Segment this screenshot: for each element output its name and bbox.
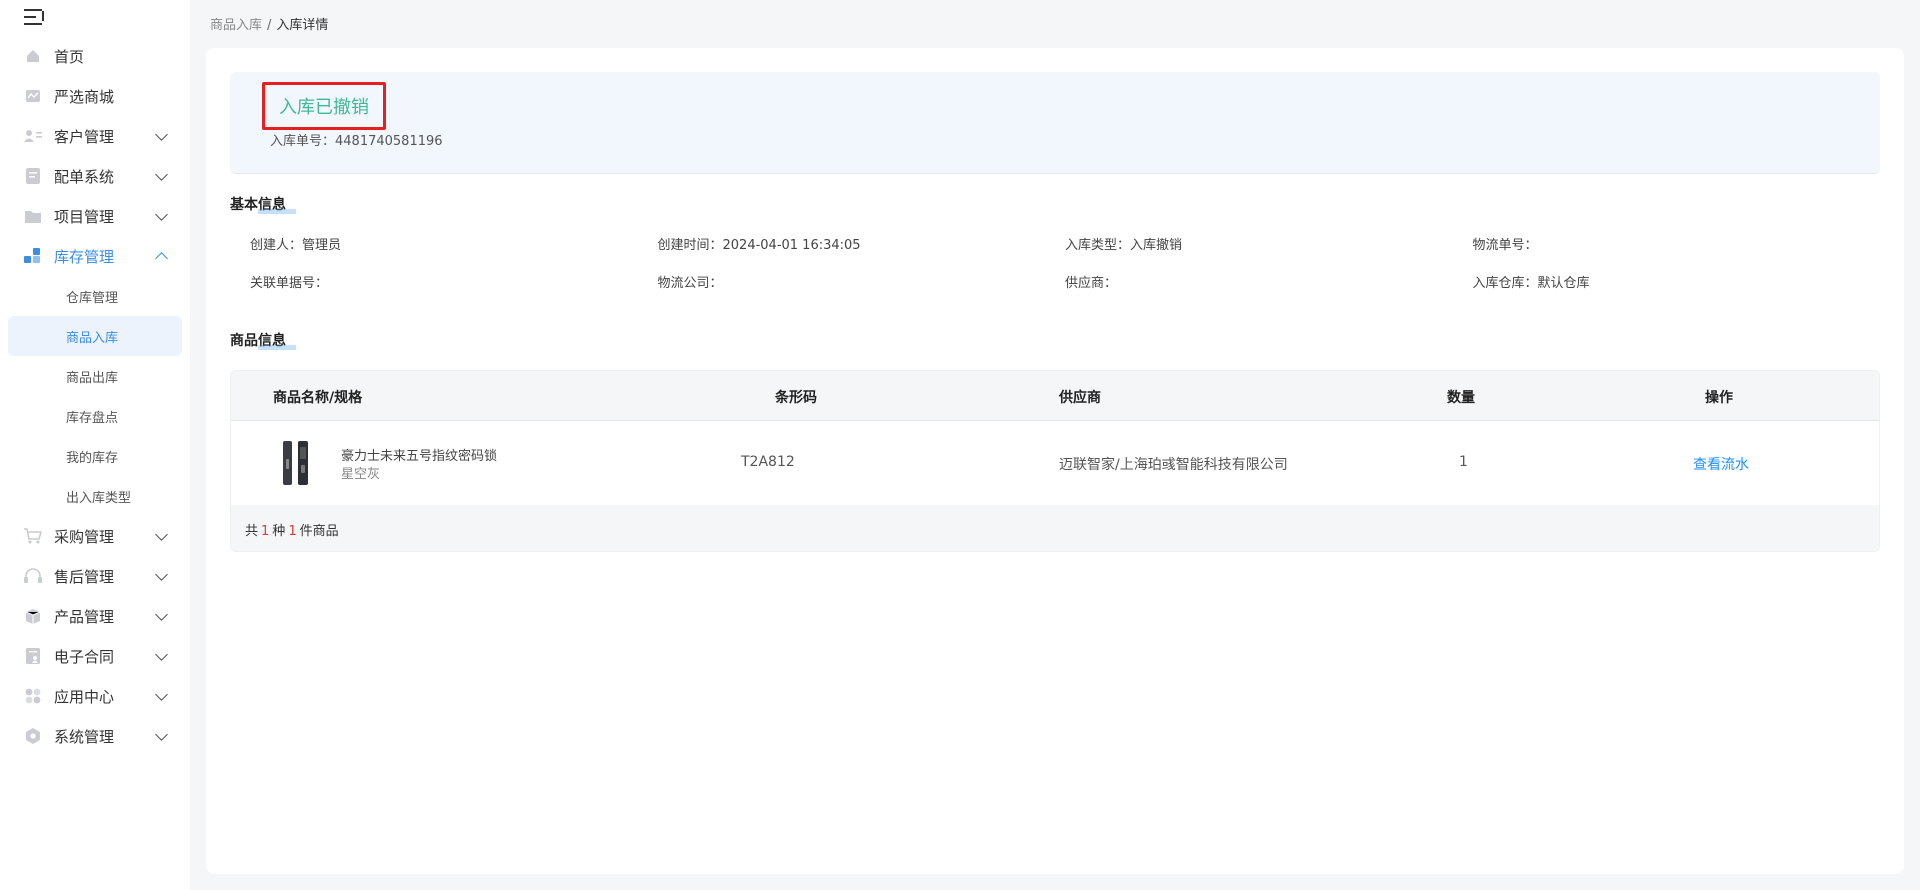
column-header: 条形码 <box>775 390 817 406</box>
sidebar-item-inventory[interactable]: 库存管理 <box>0 236 190 276</box>
breadcrumb: 商品入库 / 入库详情 <box>210 14 328 33</box>
chevron-down-icon <box>155 208 168 221</box>
sidebar-item-system[interactable]: 系统管理 <box>0 716 190 756</box>
sidebar-item-label: 客户管理 <box>54 127 115 146</box>
sidebar-subitem-my-inventory[interactable]: 我的库存 <box>0 436 190 476</box>
breadcrumb-separator: / <box>267 18 272 33</box>
sidebar-item-label: 项目管理 <box>54 207 115 226</box>
summary-item-count: 1 <box>288 524 297 539</box>
sidebar-item-label: 严选商城 <box>54 87 115 106</box>
contract-icon <box>24 648 42 664</box>
order-system-icon <box>24 168 42 184</box>
breadcrumb-current: 入库详情 <box>276 18 329 33</box>
goods-table: 商品名称/规格 条形码 供应商 数量 操作 豪力士未来五号指纹密码锁 星空灰 T… <box>230 370 1880 552</box>
chevron-down-icon <box>155 688 168 701</box>
summary-suffix: 件商品 <box>299 524 339 539</box>
sidebar-item-purchase[interactable]: 采购管理 <box>0 516 190 556</box>
quantity-cell: 1 <box>1459 454 1468 470</box>
product-spec: 星空灰 <box>341 467 381 482</box>
product-thumbnail <box>281 441 311 485</box>
sidebar-item-customer[interactable]: 客户管理 <box>0 116 190 156</box>
supplier-field: 供应商： <box>1065 276 1118 291</box>
summary-kinds-count: 1 <box>261 524 270 539</box>
folder-icon <box>24 208 42 224</box>
table-header: 商品名称/规格 条形码 供应商 数量 操作 <box>231 371 1879 421</box>
sidebar-item-label: 电子合同 <box>54 647 115 666</box>
detail-card: 入库已撤销 入库单号：4481740581196 基本信息 创建人：管理员 创建… <box>206 48 1904 874</box>
sidebar-item-after-sales[interactable]: 售后管理 <box>0 556 190 596</box>
view-flow-link[interactable]: 查看流水 <box>1693 454 1749 474</box>
app-center-icon <box>24 688 42 704</box>
headset-icon <box>24 568 42 584</box>
sidebar-item-mall[interactable]: 严选商城 <box>0 76 190 116</box>
creator-field: 创建人：管理员 <box>250 238 342 253</box>
summary-prefix: 共 <box>245 524 259 539</box>
column-header: 商品名称/规格 <box>273 390 363 406</box>
basic-info-title: 基本信息 <box>230 194 296 214</box>
basic-info-row-1: 创建人：管理员 创建时间：2024-04-01 16:34:05 入库类型：入库… <box>250 234 1880 253</box>
sidebar-item-label: 采购管理 <box>54 527 115 546</box>
cart-icon <box>24 528 42 544</box>
chevron-down-icon <box>155 528 168 541</box>
mall-icon <box>24 88 42 104</box>
table-row: 豪力士未来五号指纹密码锁 星空灰 T2A812 迈联智家/上海珀彧智能科技有限公… <box>231 421 1879 505</box>
warehouse-field: 入库仓库：默认仓库 <box>1472 276 1590 291</box>
chevron-down-icon <box>155 728 168 741</box>
sidebar-item-contract[interactable]: 电子合同 <box>0 636 190 676</box>
sidebar-item-label: 售后管理 <box>54 567 115 586</box>
product-name: 豪力士未来五号指纹密码锁 <box>341 449 498 464</box>
breadcrumb-parent-link[interactable]: 商品入库 <box>210 18 262 33</box>
sidebar-subitem-goods-outbound[interactable]: 商品出库 <box>0 356 190 396</box>
chevron-down-icon <box>155 568 168 581</box>
sidebar-item-label: 系统管理 <box>54 727 115 746</box>
goods-info-title: 商品信息 <box>230 330 296 350</box>
inventory-icon <box>24 248 42 264</box>
barcode-cell: T2A812 <box>741 454 795 470</box>
sidebar-item-label: 库存管理 <box>54 247 115 266</box>
column-header: 操作 <box>1705 390 1733 406</box>
chevron-down-icon <box>155 648 168 661</box>
inbound-order-number: 入库单号：4481740581196 <box>270 134 443 149</box>
chevron-down-icon <box>155 128 168 141</box>
gear-icon <box>24 728 42 744</box>
sidebar-item-label: 配单系统 <box>54 167 115 186</box>
customer-icon <box>24 128 42 144</box>
column-header: 数量 <box>1447 390 1475 406</box>
logistics-company-field: 物流公司： <box>657 276 723 291</box>
sidebar-item-home[interactable]: 首页 <box>0 36 190 76</box>
supplier-cell: 迈联智家/上海珀彧智能科技有限公司 <box>1059 457 1288 473</box>
sidebar-subitem-io-types[interactable]: 出入库类型 <box>0 476 190 516</box>
chevron-up-icon <box>155 252 168 265</box>
sidebar-subitem-stocktake[interactable]: 库存盘点 <box>0 396 190 436</box>
sidebar-item-project[interactable]: 项目管理 <box>0 196 190 236</box>
home-icon <box>24 48 42 64</box>
column-header: 供应商 <box>1059 390 1101 406</box>
sidebar-item-product[interactable]: 产品管理 <box>0 596 190 636</box>
chevron-down-icon <box>155 608 168 621</box>
sidebar-item-app-center[interactable]: 应用中心 <box>0 676 190 716</box>
sidebar-subitem-goods-inbound[interactable]: 商品入库 <box>8 316 182 356</box>
logistics-number-field: 物流单号： <box>1472 238 1538 253</box>
basic-info-row-2: 关联单据号： 物流公司： 供应商： 入库仓库：默认仓库 <box>250 272 1880 291</box>
created-time-field: 创建时间：2024-04-01 16:34:05 <box>657 238 861 253</box>
status-title: 入库已撤销 <box>262 82 386 130</box>
sidebar: 首页 严选商城 客户管理 配单系统 项目管理 库存管理 仓库管理 商品入库 商品… <box>0 0 190 890</box>
menu-collapse-icon[interactable] <box>24 8 44 26</box>
related-document-field: 关联单据号： <box>250 276 329 291</box>
summary-mid: 种 <box>272 524 286 539</box>
inbound-type-field: 入库类型：入库撤销 <box>1065 238 1183 253</box>
table-summary: 共 1 种 1 件商品 <box>231 505 1879 551</box>
sidebar-item-label: 应用中心 <box>54 687 115 706</box>
sidebar-item-order-system[interactable]: 配单系统 <box>0 156 190 196</box>
chevron-down-icon <box>155 168 168 181</box>
sidebar-subitem-warehouse[interactable]: 仓库管理 <box>0 276 190 316</box>
sidebar-menu: 首页 严选商城 客户管理 配单系统 项目管理 库存管理 仓库管理 商品入库 商品… <box>0 36 190 756</box>
box-icon <box>24 608 42 624</box>
sidebar-item-label: 产品管理 <box>54 607 115 626</box>
status-panel: 入库已撤销 入库单号：4481740581196 <box>230 72 1880 174</box>
sidebar-item-label: 首页 <box>54 47 85 66</box>
